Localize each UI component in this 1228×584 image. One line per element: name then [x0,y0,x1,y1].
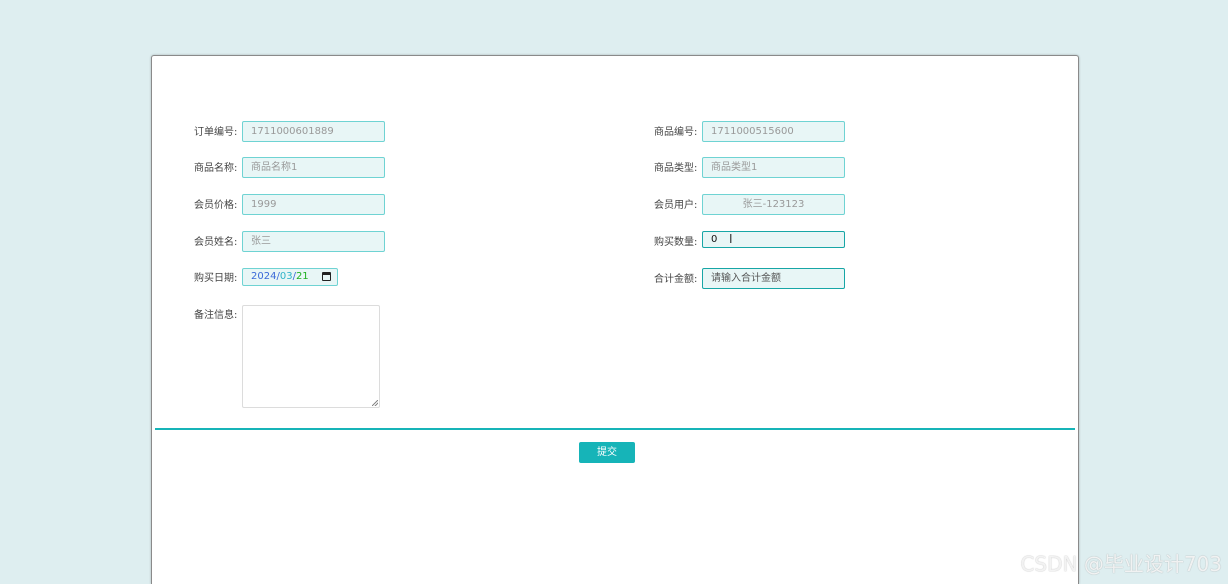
total-amount-label: 合计金额: [654,270,697,285]
member-user-label: 会员用户: [654,196,697,211]
purchase-quantity-label: 购买数量: [654,233,697,248]
product-number-label: 商品编号: [654,123,697,138]
date-day: 21 [296,271,309,282]
date-year: 2024 [251,271,276,282]
member-user-select[interactable]: 张三-123123 [702,194,845,215]
member-price-label: 会员价格: [194,196,237,211]
text-cursor-icon: I [729,233,736,246]
form-divider [155,428,1075,430]
product-type-field[interactable]: 商品类型1 [702,157,845,178]
resize-grip-icon[interactable] [372,400,378,406]
total-amount-field[interactable]: 请输入合计金额 [702,268,845,289]
submit-button[interactable]: 提交 [579,442,635,463]
member-name-label: 会员姓名: [194,233,237,248]
product-name-label: 商品名称: [194,159,237,174]
product-name-field[interactable]: 商品名称1 [242,157,385,178]
date-month: 03 [280,271,293,282]
purchase-date-label: 购买日期: [194,269,237,284]
purchase-quantity-field[interactable]: 0 [702,231,845,248]
purchase-date-field[interactable]: 2024/03/21 [242,268,338,286]
remarks-textarea[interactable] [242,305,380,408]
product-number-field[interactable]: 1711000515600 [702,121,845,142]
remarks-label: 备注信息: [194,306,237,321]
member-name-field[interactable]: 张三 [242,231,385,252]
csdn-watermark: CSDN @毕业设计703 [1020,548,1222,577]
product-type-label: 商品类型: [654,159,697,174]
calendar-icon[interactable] [322,272,331,281]
order-number-label: 订单编号: [194,123,237,138]
order-number-field[interactable]: 1711000601889 [242,121,385,142]
member-price-field[interactable]: 1999 [242,194,385,215]
